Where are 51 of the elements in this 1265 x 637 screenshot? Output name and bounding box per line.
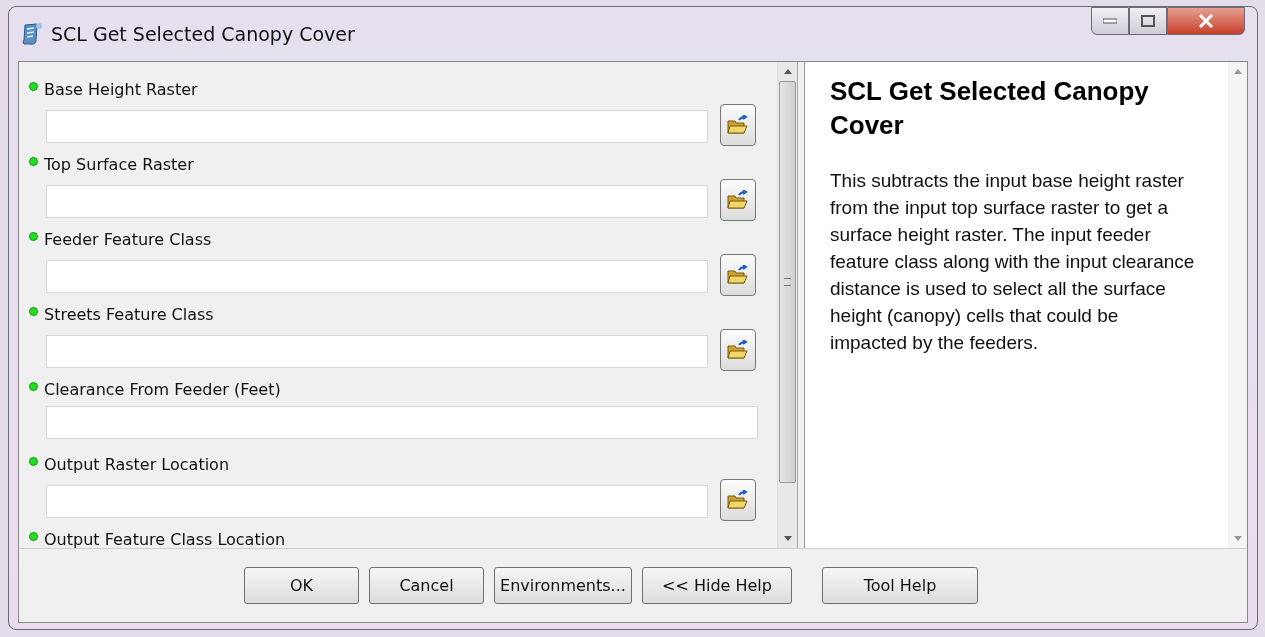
parameter-label: Top Surface Raster	[44, 154, 194, 174]
scroll-icon	[21, 22, 43, 46]
parameter-label: Base Height Raster	[44, 79, 198, 99]
browse-button[interactable]	[720, 104, 756, 146]
close-icon	[1198, 14, 1214, 28]
dialog-button[interactable]: << Hide Help	[642, 567, 792, 604]
parameter-label: Output Raster Location	[44, 454, 230, 474]
input-field[interactable]	[46, 259, 708, 293]
browse-button[interactable]	[720, 254, 756, 296]
input-field[interactable]	[46, 484, 708, 518]
dialog-button[interactable]: OK	[244, 567, 359, 604]
input-field[interactable]	[46, 184, 708, 218]
scroll-up-icon[interactable]	[783, 69, 792, 74]
scroll-up-icon[interactable]	[1233, 69, 1242, 74]
required-dot-icon	[29, 531, 38, 541]
required-dot-icon	[29, 381, 38, 391]
folder-icon	[727, 490, 749, 510]
parameter-label: Clearance From Feeder (Feet)	[44, 379, 281, 399]
folder-icon	[727, 340, 749, 360]
browse-button[interactable]	[720, 179, 756, 221]
tool-help-button[interactable]: Tool Help	[822, 567, 978, 604]
folder-icon	[727, 190, 749, 210]
required-dot-icon	[29, 231, 38, 241]
dialog-button[interactable]: Environments...	[494, 567, 632, 604]
minimize-icon	[1103, 18, 1117, 24]
parameter-label: Output Feature Class Location	[44, 529, 286, 548]
required-dot-icon	[29, 456, 38, 466]
dialog-button[interactable]: Cancel	[369, 567, 484, 604]
close-button[interactable]	[1167, 7, 1245, 35]
browse-button[interactable]	[720, 479, 756, 521]
scrollbar[interactable]	[1228, 62, 1247, 548]
required-dot-icon	[29, 156, 38, 166]
minimize-button[interactable]	[1091, 7, 1129, 35]
help-text: This subtracts the input base height raster from the input top surface raster to get a surface height raster. The input feeder feature class along with the input clearance distance is used to select all the surface height (canopy) cells that could be impacted by the feeders.	[830, 169, 1196, 355]
parameter-label: Feeder Feature Class	[44, 229, 212, 249]
scrollbar[interactable]	[777, 62, 797, 548]
required-dot-icon	[29, 306, 38, 316]
maximize-icon	[1141, 15, 1155, 27]
input-field[interactable]	[46, 334, 708, 368]
folder-icon	[727, 115, 749, 135]
scroll-down-icon[interactable]	[1233, 536, 1242, 541]
help-title: SCL Get Selected Canopy Cover	[830, 75, 1150, 142]
folder-icon	[727, 265, 749, 285]
required-dot-icon	[29, 81, 38, 91]
window-title: SCL Get Selected Canopy Cover	[51, 23, 355, 45]
input-field[interactable]	[46, 406, 758, 439]
parameter-label: Streets Feature Class	[44, 304, 214, 324]
browse-button[interactable]	[720, 329, 756, 371]
input-field[interactable]	[46, 109, 708, 143]
scroll-down-icon[interactable]	[783, 536, 792, 541]
maximize-button[interactable]	[1129, 7, 1167, 35]
